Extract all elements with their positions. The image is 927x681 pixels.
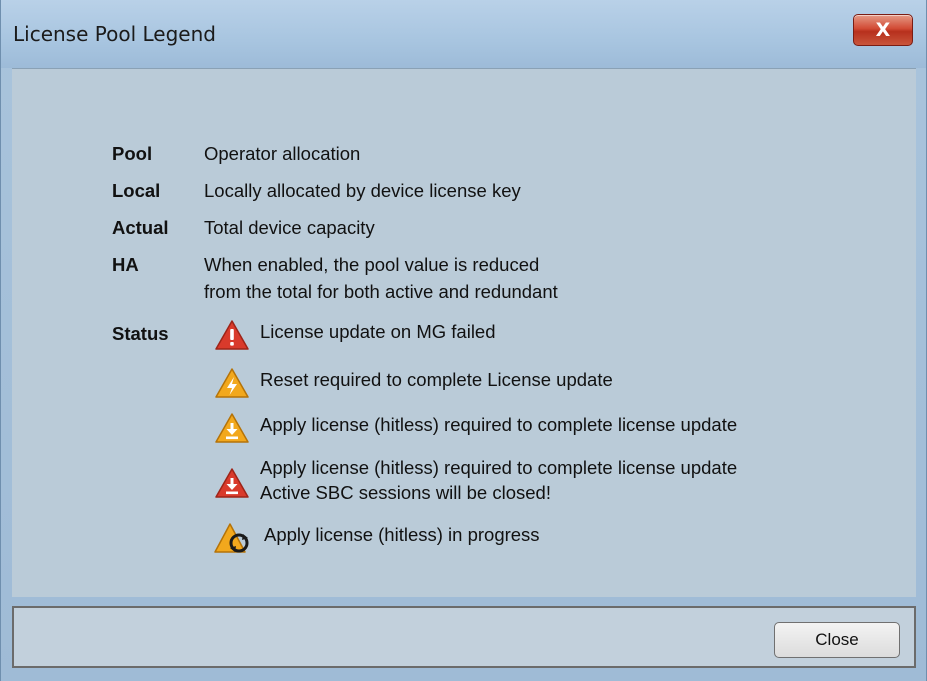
legend-description: Operator allocation bbox=[204, 143, 361, 164]
apply-in-progress-icon bbox=[214, 522, 250, 554]
legend-description-line2: from the total for both active and redun… bbox=[204, 281, 558, 302]
legend-label: Actual bbox=[112, 217, 169, 238]
window-close-button[interactable]: X bbox=[853, 14, 913, 46]
status-text-line2: Active SBC sessions will be closed! bbox=[260, 482, 551, 503]
legend-description: Locally allocated by device license key bbox=[204, 180, 521, 201]
status-text-line1: Apply license (hitless) required to comp… bbox=[260, 457, 738, 478]
legend-description-line1: When enabled, the pool value is reduced bbox=[204, 254, 540, 275]
error-triangle-icon bbox=[214, 319, 250, 351]
dialog-footer: Close bbox=[12, 606, 916, 668]
close-button[interactable]: Close bbox=[774, 622, 900, 658]
legend-content: Pool Operator allocation Local Locally a… bbox=[12, 68, 916, 597]
reset-required-icon bbox=[214, 367, 250, 399]
status-text: Apply license (hitless) in progress bbox=[264, 524, 540, 545]
legend-label: Pool bbox=[112, 143, 153, 164]
status-text: Reset required to complete License updat… bbox=[260, 369, 613, 390]
apply-required-critical-icon bbox=[214, 467, 250, 499]
legend-description: Total device capacity bbox=[204, 217, 375, 238]
status-label: Status bbox=[112, 323, 169, 344]
license-pool-legend-dialog: License Pool Legend X Pool Operator allo… bbox=[0, 0, 927, 681]
status-text: License update on MG failed bbox=[260, 321, 496, 342]
status-text: Apply license (hitless) required to comp… bbox=[260, 414, 738, 435]
legend-label: HA bbox=[112, 254, 139, 275]
legend-label: Local bbox=[112, 180, 161, 201]
title-bar[interactable]: License Pool Legend X bbox=[1, 0, 926, 68]
window-title: License Pool Legend bbox=[13, 22, 216, 46]
apply-required-icon bbox=[214, 412, 250, 444]
